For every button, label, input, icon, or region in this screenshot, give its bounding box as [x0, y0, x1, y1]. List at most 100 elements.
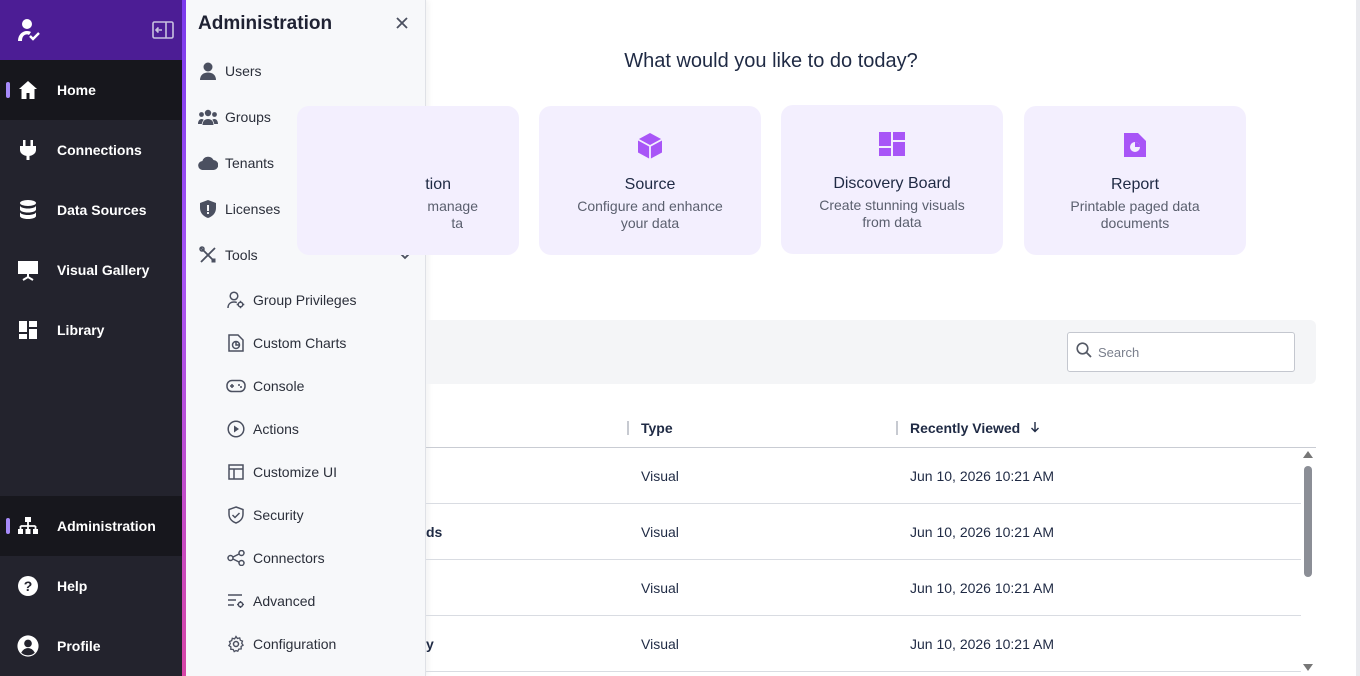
group-icon [198, 107, 218, 127]
card-title: Source [624, 176, 676, 193]
column-separator [896, 421, 898, 435]
user-circle-icon [17, 635, 39, 657]
nav-label: Help [57, 578, 88, 594]
table-row[interactable]: Visual Jun 10, 2026 10:21 AM [426, 560, 1301, 616]
nav-bottom-group: Administration ? Help Profile [0, 496, 182, 676]
search-input[interactable] [1098, 344, 1278, 360]
nav-item-data-sources[interactable]: Data Sources [0, 180, 182, 240]
column-header-type[interactable]: Type [641, 420, 673, 436]
nav-item-visual-gallery[interactable]: Visual Gallery [0, 240, 182, 300]
tools-item-customize-ui[interactable]: Customize UI [186, 450, 425, 493]
svg-text:?: ? [24, 578, 33, 594]
table-row[interactable]: y Visual Jun 10, 2026 10:21 AM [426, 616, 1301, 672]
tools-item-label: Customize UI [253, 463, 338, 480]
card-description: manage ta [311, 198, 505, 232]
panel-item-label: Groups [225, 109, 271, 125]
nav-label: Administration [57, 518, 156, 534]
search-box[interactable] [1067, 332, 1295, 372]
user-gear-icon [226, 290, 246, 310]
report-card[interactable]: Report Printable paged data documents [1024, 106, 1246, 255]
nav-label: Library [57, 322, 105, 338]
gamepad-icon [226, 376, 246, 396]
row-type: Visual [641, 524, 679, 540]
panel-item-label: Licenses [225, 201, 281, 217]
card-title: Report [1110, 176, 1160, 193]
gear-icon [226, 634, 246, 654]
column-header-label: Recently Viewed [910, 420, 1021, 436]
table-scrollbar-thumb[interactable] [1304, 466, 1312, 577]
home-icon [17, 79, 39, 101]
user-check-logo-icon[interactable] [16, 17, 42, 43]
tools-item-connectors[interactable]: Connectors [186, 536, 425, 579]
shield-check-icon [226, 505, 246, 525]
card-title: tion [425, 176, 451, 193]
table-row[interactable]: Visual Jun 10, 2026 10:21 AM [426, 448, 1301, 504]
nav-item-help[interactable]: ? Help [0, 556, 182, 616]
dashboard-icon [781, 131, 1003, 157]
nav-item-administration[interactable]: Administration [0, 496, 182, 556]
panel-item-users[interactable]: Users [186, 48, 425, 94]
tools-item-console[interactable]: Console [186, 364, 425, 407]
card-description: Configure and enhance your data [553, 198, 747, 232]
nav-item-profile[interactable]: Profile [0, 616, 182, 676]
tools-icon [198, 245, 218, 265]
card-description-line: ta [451, 215, 463, 231]
play-circle-icon [226, 419, 246, 439]
source-card[interactable]: Source Configure and enhance your data [539, 106, 761, 255]
row-date: Jun 10, 2026 10:21 AM [910, 636, 1054, 652]
page-heading-text: What would you like to do today? [624, 50, 918, 72]
row-type: Visual [641, 636, 679, 652]
row-type: Visual [641, 468, 679, 484]
administration-panel: Administration Users Groups Tenants Lice… [186, 0, 426, 676]
database-icon [17, 199, 39, 221]
tools-item-label: Advanced [253, 592, 316, 609]
chart-file-icon [226, 333, 246, 353]
create-card-partial[interactable]: tion manage ta [297, 106, 519, 255]
panel-item-label: Tools [225, 247, 258, 263]
presentation-icon [17, 259, 39, 281]
page-scrollbar[interactable] [1356, 0, 1360, 676]
grid-icon [17, 319, 39, 341]
card-description: Printable paged data documents [1038, 198, 1232, 232]
cube-icon [539, 132, 761, 160]
shield-icon [198, 199, 218, 219]
card-description: Create stunning visuals from data [795, 197, 989, 231]
tools-item-label: Configuration [253, 635, 337, 652]
arrow-down-icon [1030, 420, 1040, 436]
tools-item-label: Security [253, 506, 304, 523]
tools-item-label: Actions [253, 420, 299, 437]
nav-item-home[interactable]: Home [0, 60, 182, 120]
nav-item-connections[interactable]: Connections [0, 120, 182, 180]
left-navigation: Home Connections Data Sources Visual Gal… [0, 0, 182, 676]
scroll-down-arrow[interactable] [1303, 664, 1313, 671]
collapse-sidebar-icon[interactable] [152, 21, 174, 39]
nav-item-library[interactable]: Library [0, 300, 182, 360]
column-header-recently-viewed[interactable]: Recently Viewed [910, 420, 1040, 436]
scroll-up-arrow[interactable] [1303, 451, 1313, 458]
list-settings-icon [226, 591, 246, 611]
tools-item-actions[interactable]: Actions [186, 407, 425, 450]
tools-item-label: Console [253, 377, 305, 394]
tools-item-group-privileges[interactable]: Group Privileges [186, 278, 425, 321]
plug-icon [17, 139, 39, 161]
close-icon[interactable] [395, 14, 409, 35]
nav-label: Home [57, 82, 96, 98]
row-name[interactable]: y [426, 636, 434, 652]
discovery-board-card[interactable]: Discovery Board Create stunning visuals … [781, 105, 1003, 254]
row-name[interactable]: ds [426, 524, 442, 540]
tools-item-custom-charts[interactable]: Custom Charts [186, 321, 425, 364]
question-icon: ? [17, 575, 39, 597]
tools-item-advanced[interactable]: Advanced [186, 579, 425, 622]
active-indicator [6, 518, 10, 534]
table-row[interactable]: ds Visual Jun 10, 2026 10:21 AM [426, 504, 1301, 560]
tools-item-configuration[interactable]: Configuration [186, 622, 425, 665]
active-indicator [6, 82, 10, 98]
tools-item-security[interactable]: Security [186, 493, 425, 536]
report-icon [1024, 132, 1246, 158]
panel-item-label: Tenants [225, 155, 275, 171]
card-title: Discovery Board [833, 175, 951, 192]
cloud-icon [198, 153, 218, 173]
layout-icon [226, 462, 246, 482]
row-date: Jun 10, 2026 10:21 AM [910, 580, 1054, 596]
row-date: Jun 10, 2026 10:21 AM [910, 524, 1054, 540]
